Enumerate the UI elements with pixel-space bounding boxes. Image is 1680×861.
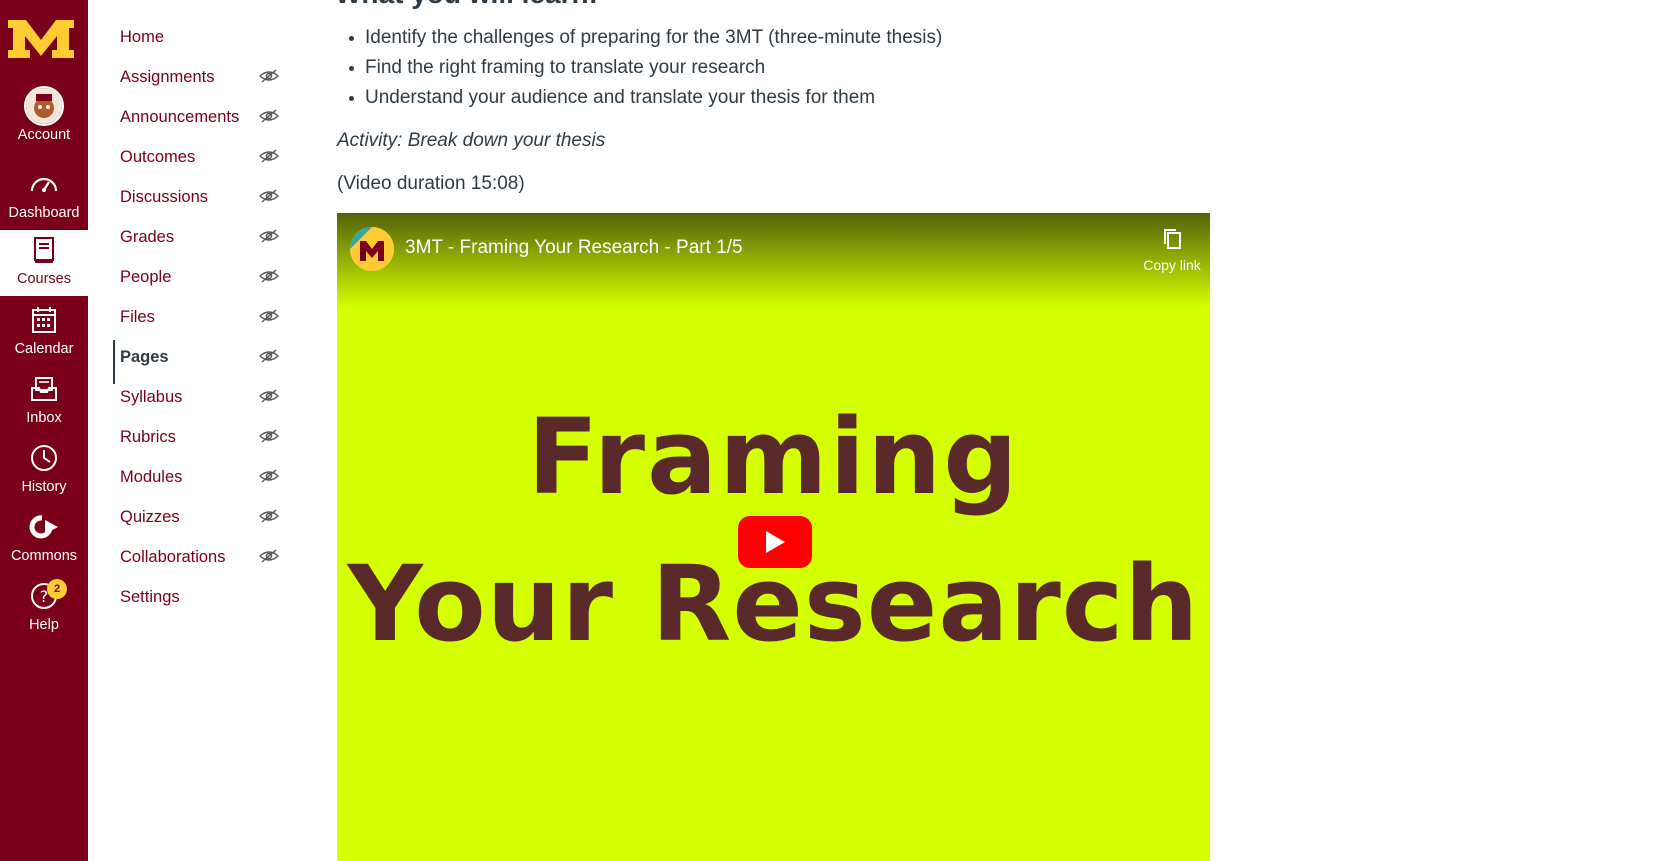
course-nav-link[interactable]: Settings [120, 588, 180, 607]
course-nav-files[interactable]: Files [104, 300, 294, 334]
hidden-eye-icon [259, 309, 279, 323]
global-nav-label: History [21, 479, 67, 495]
global-nav-courses[interactable]: Courses [0, 230, 88, 296]
course-nav-link[interactable]: Syllabus [120, 388, 182, 407]
course-nav-quizzes[interactable]: Quizzes [104, 500, 294, 534]
global-nav-account[interactable]: Account [0, 86, 88, 152]
course-nav-assignments[interactable]: Assignments [104, 60, 294, 94]
global-nav-label: Commons [10, 548, 78, 564]
course-nav-link[interactable]: Pages [120, 348, 169, 367]
global-nav-inbox[interactable]: Inbox [0, 369, 88, 435]
hidden-eye-icon [259, 429, 279, 443]
global-nav-label: Calendar [14, 341, 74, 357]
course-nav-grades[interactable]: Grades [104, 220, 294, 254]
hidden-eye-icon [259, 149, 279, 163]
list-item: Identify the challenges of preparing for… [335, 24, 942, 54]
embedded-video[interactable]: 3MT - Framing Your Research - Part 1/5 C… [337, 213, 1210, 861]
course-nav-home[interactable]: Home [104, 20, 294, 54]
global-nav-history[interactable]: History [0, 438, 88, 504]
course-nav-link[interactable]: Files [120, 308, 155, 327]
video-header-shade [337, 213, 1210, 308]
course-nav-link[interactable]: People [120, 268, 171, 287]
global-nav-label: Dashboard [8, 205, 80, 221]
course-nav-link[interactable]: Rubrics [120, 428, 176, 447]
video-duration-text: (Video duration 15:08) [337, 173, 525, 194]
notification-badge: 2 [47, 579, 67, 599]
hidden-eye-icon [259, 549, 279, 563]
channel-logo-icon[interactable] [350, 227, 394, 271]
hidden-eye-icon [259, 69, 279, 83]
global-nav-dashboard[interactable]: Dashboard [0, 164, 88, 230]
video-title[interactable]: 3MT - Framing Your Research - Part 1/5 [405, 237, 743, 259]
hidden-eye-icon [259, 509, 279, 523]
hidden-eye-icon [259, 389, 279, 403]
course-nav-modules[interactable]: Modules [104, 460, 294, 494]
learning-objectives-list: Identify the challenges of preparing for… [335, 24, 942, 114]
global-nav: Account Dashboard Courses Calendar Inbox… [0, 0, 88, 861]
play-button[interactable] [738, 516, 812, 568]
course-nav-syllabus[interactable]: Syllabus [104, 380, 294, 414]
course-nav-link[interactable]: Modules [120, 468, 182, 487]
course-nav-link[interactable]: Collaborations [120, 548, 225, 567]
inbox-icon [22, 369, 66, 409]
course-nav-announcements[interactable]: Announcements [104, 100, 294, 134]
play-icon [766, 531, 785, 553]
course-nav-link[interactable]: Home [120, 28, 164, 47]
hidden-eye-icon [259, 229, 279, 243]
activity-text: Activity: Break down your thesis [337, 130, 606, 151]
global-nav-label: Help [29, 617, 59, 633]
course-nav-people[interactable]: People [104, 260, 294, 294]
global-nav-label: Inbox [26, 410, 62, 426]
copy-icon [1164, 229, 1181, 249]
course-nav-link[interactable]: Grades [120, 228, 174, 247]
history-icon [22, 438, 66, 478]
hidden-eye-icon [259, 269, 279, 283]
hidden-eye-icon [259, 469, 279, 483]
hidden-eye-icon [259, 349, 279, 363]
commons-icon [22, 507, 66, 547]
course-nav-link[interactable]: Quizzes [120, 508, 180, 527]
course-nav-discussions[interactable]: Discussions [104, 180, 294, 214]
course-nav-link[interactable]: Assignments [120, 68, 214, 87]
hidden-eye-icon [259, 189, 279, 203]
copy-link-label: Copy link [1143, 257, 1201, 273]
courses-icon [22, 230, 66, 270]
course-nav-settings[interactable]: Settings [104, 580, 294, 614]
global-nav-label: Courses [17, 271, 71, 287]
thumbnail-title-line1: Framing [527, 396, 1020, 518]
page-heading: What you will learn: [335, 0, 598, 10]
global-nav-calendar[interactable]: Calendar [0, 300, 88, 366]
course-nav-rubrics[interactable]: Rubrics [104, 420, 294, 454]
course-nav-outcomes[interactable]: Outcomes [104, 140, 294, 174]
global-nav-label: Account [17, 127, 71, 143]
course-nav-link[interactable]: Announcements [120, 108, 239, 127]
copy-link-button[interactable]: Copy link [1137, 227, 1207, 273]
hidden-eye-icon [259, 109, 279, 123]
university-logo-icon[interactable] [6, 16, 76, 62]
avatar [22, 86, 66, 126]
list-item: Understand your audience and translate y… [335, 84, 942, 114]
course-nav-pages[interactable]: Pages [104, 340, 294, 384]
course-nav-link[interactable]: Outcomes [120, 148, 195, 167]
global-nav-help[interactable]: ? 2 Help [0, 576, 88, 642]
calendar-icon [22, 300, 66, 340]
course-nav-link[interactable]: Discussions [120, 188, 208, 207]
course-nav-collaborations[interactable]: Collaborations [104, 540, 294, 574]
list-item: Find the right framing to translate your… [335, 54, 942, 84]
global-nav-commons[interactable]: Commons [0, 507, 88, 573]
dashboard-icon [22, 164, 66, 204]
